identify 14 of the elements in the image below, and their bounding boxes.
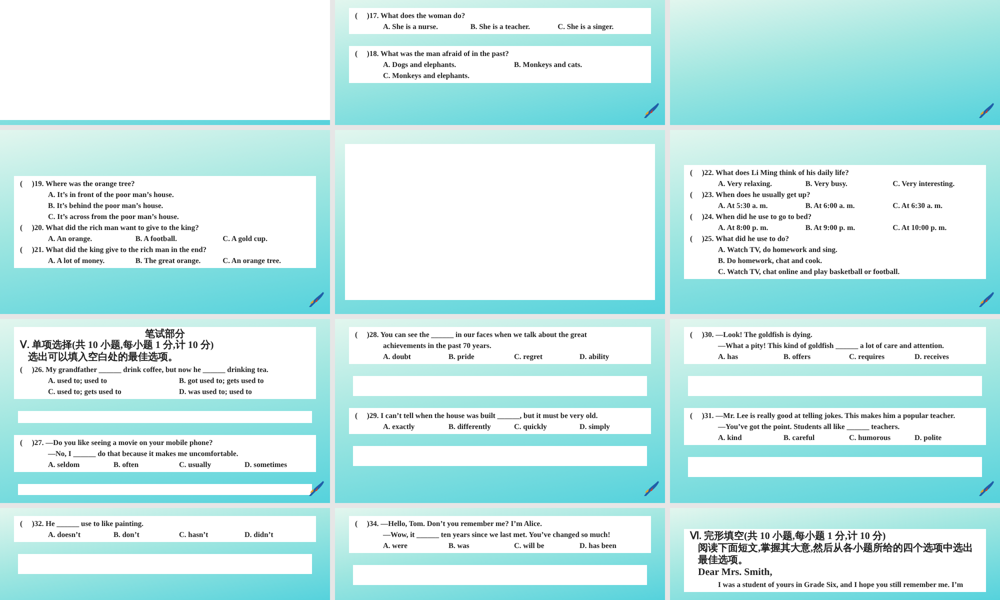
section-heading: 笔试部分 bbox=[145, 329, 185, 340]
section-title: Ⅵ. 完形填空(共 10 小题,每小题 1 分,计 10 分) bbox=[690, 531, 887, 542]
instruction-text: 选出可以填入空白处的最佳选项。 bbox=[27, 352, 179, 364]
slide-thumbnail[interactable] bbox=[670, 130, 1000, 314]
slide-thumbnail[interactable] bbox=[335, 130, 665, 314]
slide-thumbnail[interactable] bbox=[670, 319, 1000, 503]
section-title: Ⅴ. 单项选择(共 10 小题,每小题 1 分,计 10 分) bbox=[20, 340, 215, 352]
slide-thumbnail[interactable] bbox=[0, 130, 330, 314]
slide-thumbnail[interactable] bbox=[335, 319, 665, 503]
instruction-text: 阅读下面短文,掌握其大意,然后从各小题所给的四个选项中选出最佳选项。 bbox=[697, 543, 974, 567]
slide-thumbnail[interactable] bbox=[670, 0, 1000, 125]
instruction-text: Dear Mrs. Smith, bbox=[697, 567, 774, 579]
slide-thumbnail[interactable] bbox=[0, 319, 330, 503]
slide-thumbnail[interactable] bbox=[335, 0, 665, 125]
